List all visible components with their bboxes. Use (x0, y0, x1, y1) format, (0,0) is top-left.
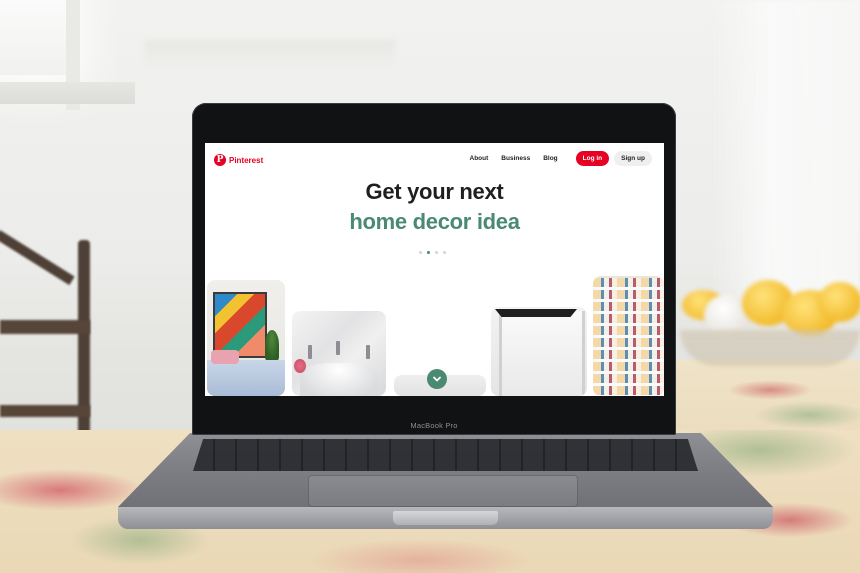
trackpad (308, 475, 578, 507)
pillow (211, 350, 239, 364)
faucet (366, 345, 370, 359)
nav-link-blog[interactable]: Blog (543, 155, 557, 162)
stair-step (593, 326, 664, 338)
device-label: MacBook Pro (410, 421, 458, 430)
pin-image-painted-stairs[interactable] (593, 276, 664, 396)
faucet (336, 341, 340, 355)
bowl-rim (680, 330, 860, 366)
nav-link-business[interactable]: Business (501, 155, 530, 162)
tray-rim (495, 309, 577, 317)
wall-shelf (145, 40, 395, 72)
pin-image-bedroom-art[interactable] (207, 280, 285, 396)
keyboard (193, 439, 698, 471)
hero-subheadline: home decor idea (349, 209, 520, 234)
site-header: P Pinterest About Business Blog Log in S… (205, 143, 664, 173)
bed (207, 360, 285, 396)
pinterest-logo-icon: P (214, 154, 226, 166)
chair-top-rail (0, 230, 75, 286)
carousel-dot-active[interactable] (427, 251, 430, 254)
chair-rail (0, 320, 90, 334)
stair-step (593, 362, 664, 374)
plant (265, 330, 279, 360)
carousel-dots (419, 251, 451, 254)
lid-opening-notch (393, 511, 498, 525)
signup-button[interactable]: Sign up (614, 151, 652, 166)
stair-step (593, 374, 664, 386)
stair-step (593, 302, 664, 314)
stair-step (593, 386, 664, 396)
laptop-screen: P Pinterest About Business Blog Log in S… (205, 143, 664, 396)
stair-step (593, 278, 664, 290)
lemon (818, 282, 860, 322)
painting (213, 292, 267, 358)
flower (294, 359, 306, 373)
login-button[interactable]: Log in (575, 151, 610, 166)
stair-step (593, 314, 664, 326)
window-sill (0, 82, 135, 104)
chevron-down-icon (433, 376, 441, 382)
sink-basin (300, 363, 378, 396)
chair (0, 230, 95, 460)
tray-body (499, 311, 585, 396)
top-nav: About Business Blog Log in Sign up (457, 151, 652, 166)
faucet (308, 345, 312, 359)
curtain (710, 0, 860, 310)
window-light (0, 0, 70, 75)
carousel-dot[interactable] (443, 251, 446, 254)
fruit-bowl (680, 278, 860, 368)
carousel-dot[interactable] (419, 251, 422, 254)
site-logo[interactable]: P Pinterest (214, 154, 263, 166)
tablecloth-back (660, 360, 860, 440)
stair-step (593, 338, 664, 350)
carousel-dot[interactable] (435, 251, 438, 254)
stair-step (593, 350, 664, 362)
pin-image-bathroom-sink[interactable] (292, 311, 386, 396)
scroll-down-button[interactable] (427, 369, 447, 389)
chair-post (78, 240, 90, 460)
stair-step (593, 290, 664, 302)
nav-link-about[interactable]: About (470, 155, 489, 162)
chair-rail (0, 405, 90, 417)
laptop-base (118, 433, 773, 533)
pin-image-tray[interactable] (491, 307, 587, 396)
brand-name: Pinterest (229, 155, 264, 165)
hero-headline: Get your next (365, 179, 504, 204)
